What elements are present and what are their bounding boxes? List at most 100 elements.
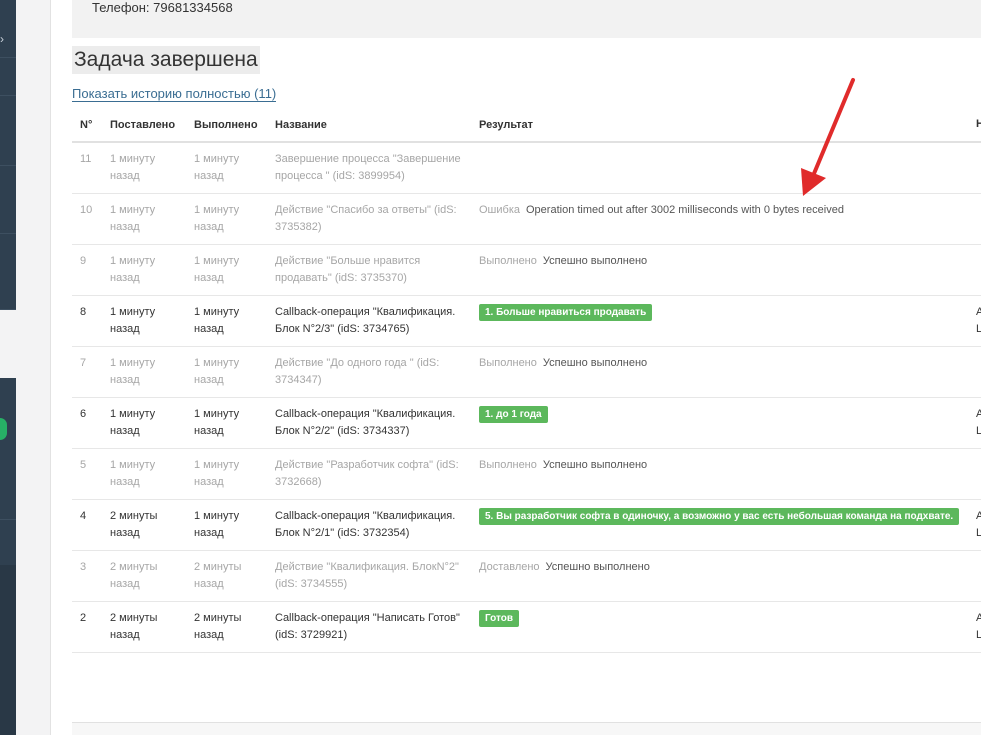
row-result: Готов [471,601,968,653]
column-header-set: Поставлено [102,108,186,143]
row-number: 6 [72,397,102,449]
row-result: Доставлено Успешно выполнено [471,550,968,602]
table-header-row: N° Поставлено Выполнено Название Результ… [72,108,981,143]
row-set-time: 1 минуту назад [102,142,186,194]
result-badge: 5. Вы разработчик софта в одиночку, а во… [479,508,960,525]
phone-text: Телефон: 79681334568 [92,0,233,15]
row-done-time: 1 минуту назад [186,244,267,296]
row-extra: АЦ [968,295,981,347]
table-row-partial [72,722,981,735]
sidebar-nav-item[interactable] [0,450,16,520]
result-badge: Готов [479,610,520,627]
content-gutter [16,0,51,735]
row-name: Callback-операция "Написать Готов" (idS:… [267,601,471,653]
table-row: 22 минуты назад 2 минуты назад Callback-оп… [72,601,981,653]
table-row: 91 минуту назад 1 минуту назад Действие "Б… [72,244,981,296]
column-header-name: Название [267,108,471,143]
row-result: Выполнено Успешно выполнено [471,244,968,296]
row-extra: АЦ [968,499,981,551]
row-name: Callback-операция "Квалификация. Блок N°… [267,499,471,551]
sidebar-nav-item[interactable] [0,58,16,96]
sidebar-active-item[interactable] [0,310,16,378]
row-number: 10 [72,193,102,245]
row-set-time: 2 минуты назад [102,499,186,551]
row-number: 7 [72,346,102,398]
row-name: Действие "До одного года " (idS: 3734347… [267,346,471,398]
row-done-time: 1 минуту назад [186,142,267,194]
row-done-time: 2 минуты назад [186,601,267,653]
task-history-table: N° Поставлено Выполнено Название Результ… [72,108,981,653]
table-row: 10 1 минуту назад 1 минуту назад Действие "… [72,193,981,245]
row-done-time: 1 минуту назад [186,295,267,347]
result-status: Выполнено [479,255,537,267]
row-number: 9 [72,244,102,296]
row-name: Действие "Спасибо за ответы" (idS: 37353… [267,193,471,245]
page-title: Задача завершена [72,46,260,74]
result-text: Успешно выполнено [545,561,650,573]
left-sidebar: › [0,0,16,735]
table-row: 42 минуты назад 1 минуту назад Callback-оп… [72,499,981,551]
show-full-history-link[interactable]: Показать историю полностью (11) [72,86,277,102]
column-header-number: N° [72,108,102,143]
row-extra-text: АЦ [976,408,981,437]
row-result [471,142,968,194]
column-header-extra: Н [968,108,981,143]
sidebar-nav-item[interactable] [0,0,16,58]
row-set-time: 1 минуту назад [102,397,186,449]
sidebar-nav-item[interactable] [0,234,16,310]
row-done-time: 1 минуту назад [186,448,267,500]
row-number: 8 [72,295,102,347]
sidebar-nav-item[interactable] [0,166,16,234]
row-extra: АЦ [968,601,981,653]
result-text: Успешно выполнено [542,255,648,267]
row-done-time: 1 минуту назад [186,193,267,245]
main-content: Телефон: 79681334568 Задача завершена По… [52,0,981,735]
table-row: 71 минуту назад 1 минуту назад Действие "Д… [72,346,981,398]
contact-info-panel: Телефон: 79681334568 [72,0,981,38]
row-done-time: 1 минуту назад [186,499,267,551]
result-status: Выполнено [479,357,537,369]
row-result: 1. Больше нравиться продавать [471,295,968,347]
row-extra [968,448,981,500]
row-name: Действие "Квалификация. БлокN°2" (idS: 3… [267,550,471,602]
row-result: Ошибка Operation timed out after 3002 mil… [471,193,968,245]
table-row: 51 минуту назад 1 минуту назад Действие "Р… [72,448,981,500]
row-set-time: 1 минуту назад [102,193,186,245]
result-badge: 1. Больше нравиться продавать [479,304,653,321]
row-name: Действие "Больше нравится продавать" (id… [267,244,471,296]
row-name: Callback-операция "Квалификация. Блок N°… [267,295,471,347]
row-extra [968,193,981,245]
row-extra [968,550,981,602]
row-done-time: 2 минуты назад [186,550,267,602]
row-name: Callback-операция "Квалификация. Блок N°… [267,397,471,449]
result-badge: 1. до 1 года [479,406,548,423]
row-set-time: 1 минуту назад [102,244,186,296]
row-result: Выполнено Успешно выполнено [471,346,968,398]
column-header-done: Выполнено [186,108,267,143]
row-extra-text: АЦ [976,510,981,539]
sidebar-nav-item[interactable] [0,96,16,166]
row-done-time: 1 минуту назад [186,397,267,449]
table-row: 32 минуты назад 2 минуты назад Действие "К… [72,550,981,602]
result-status: Выполнено [479,459,537,471]
row-number: 3 [72,550,102,602]
row-number: 11 [72,142,102,194]
row-set-time: 1 минуту назад [102,448,186,500]
row-extra: АЦ [968,397,981,449]
row-number: 2 [72,601,102,653]
result-text: Operation timed out after 3002 milliseco… [526,204,844,216]
row-result: 5. Вы разработчик софта в одиночку, а во… [471,499,968,551]
sidebar-chevron-icon: › [0,32,4,46]
sidebar-footer [0,565,16,735]
row-extra-text: АЦ [976,612,981,641]
row-extra-text: АЦ [976,306,981,335]
row-number: 4 [72,499,102,551]
row-extra [968,346,981,398]
row-set-time: 1 минуту назад [102,295,186,347]
row-set-time: 2 минуты назад [102,601,186,653]
table-row: 11 1 минуту назад 1 минуту назад Завершение… [72,142,981,194]
result-text: Успешно выполнено [542,459,648,471]
row-result: 1. до 1 года [471,397,968,449]
row-extra [968,142,981,194]
row-set-time: 2 минуты назад [102,550,186,602]
